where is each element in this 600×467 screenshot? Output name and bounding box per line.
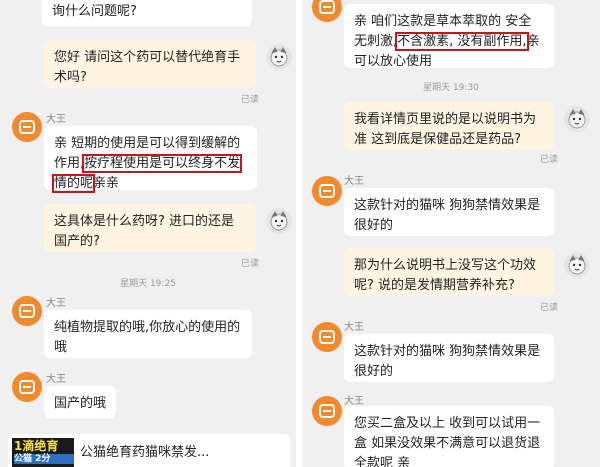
message-text: 我看详情页里说的是以说明书为准 这到底是保健品还是药品? xyxy=(354,112,537,147)
product-card[interactable]: 1滴绝育 公猫 2分 公猫绝育药猫咪禁发... xyxy=(8,434,290,467)
timestamp: 星期天 19:30 xyxy=(423,83,479,93)
message-text: 您好 请问这个药可以替代绝育手术吗? xyxy=(54,50,241,85)
cat-face-icon xyxy=(568,255,586,275)
user-avatar[interactable] xyxy=(564,106,590,132)
message-bubble-shop: 您买二盒及以上 收到可以试用一盒 如果没效果不满意可以退货退全款呢 亲 xyxy=(344,406,554,467)
timestamp: 星期天 19:25 xyxy=(120,279,176,289)
message-bubble-user: 我看详情页里说的是以说明书为准 这到底是保健品还是药品? xyxy=(344,102,554,150)
highlighted-text: 不含激素, 没有副作用, xyxy=(395,32,529,51)
message-bubble-shop: 纯植物提取的哦,你放心的使用的哦 xyxy=(44,310,252,358)
highlighted-text: 按疗程使用是可以终身不发 xyxy=(82,154,243,173)
user-avatar[interactable] xyxy=(564,252,590,278)
right-chat-panel: 亲 咱们这款是草本萃取的 安全无刺激,不含激素, 没有副作用,亲可以放心使用 星… xyxy=(302,0,600,467)
read-receipt: 已读 xyxy=(241,259,260,269)
shop-logo-icon xyxy=(319,184,335,198)
message-bubble-user: 那为什么说明书上没写这个功效呢? 说的是发情期营养补充? xyxy=(344,248,554,296)
message-text: 亲亲 xyxy=(93,176,120,191)
shop-logo-icon xyxy=(319,0,335,14)
cat-face-icon xyxy=(270,211,288,231)
sender-name: 大王 xyxy=(46,114,66,125)
shop-avatar[interactable] xyxy=(12,372,42,402)
message-text: 这具体是什么药呀? 进口的还是国产的? xyxy=(54,214,235,249)
message-bubble-shop: 这款针对的猫咪 狗狗禁情效果是很好的 xyxy=(344,334,554,382)
product-thumbnail[interactable]: 1滴绝育 公猫 2分 xyxy=(12,438,74,467)
shop-logo-icon xyxy=(319,404,335,418)
message-text: 这款针对的猫咪 狗狗禁情效果是很好的 xyxy=(354,344,541,379)
shop-avatar[interactable] xyxy=(12,296,42,326)
read-receipt: 已读 xyxy=(241,95,260,105)
shop-logo-icon xyxy=(319,330,335,344)
shop-avatar[interactable] xyxy=(312,0,342,22)
product-thumb-title: 1滴绝育 xyxy=(14,439,59,453)
sender-name: 大王 xyxy=(344,176,364,187)
shop-avatar[interactable] xyxy=(312,396,342,426)
cat-face-icon xyxy=(270,47,288,67)
message-bubble-shop: 国产的哦 xyxy=(44,386,116,418)
message-text: 国产的哦 xyxy=(54,396,107,411)
shop-avatar[interactable] xyxy=(312,176,342,206)
shop-avatar[interactable] xyxy=(312,322,342,352)
left-chat-panel: 询什么问题呢? 您好 请问这个药可以替代绝育手术吗? 已读 大王 亲 短期的使用… xyxy=(0,0,296,467)
message-bubble-shop: 询什么问题呢? xyxy=(42,0,252,26)
message-bubble-user: 这具体是什么药呀? 进口的还是国产的? xyxy=(44,204,256,252)
message-text: 这款针对的猫咪 狗狗禁情效果是很好的 xyxy=(354,198,541,233)
message-text: 纯植物提取的哦,你放心的使用的哦 xyxy=(54,320,241,355)
message-text: 询什么问题呢? xyxy=(52,4,137,19)
cat-face-icon xyxy=(568,109,586,129)
read-receipt: 已读 xyxy=(540,155,559,165)
product-title: 公猫绝育药猫咪禁发... xyxy=(80,445,210,460)
message-text: 您买二盒及以上 收到可以试用一盒 如果没效果不满意可以退货退全款呢 亲 xyxy=(354,416,541,467)
sender-name: 大王 xyxy=(46,374,66,385)
sender-name: 大王 xyxy=(344,396,364,407)
user-avatar[interactable] xyxy=(266,44,292,70)
shop-logo-icon xyxy=(19,380,35,394)
message-bubble-shop: 亲 短期的使用是可以得到缓解的作用,按疗程使用是可以终身不发情的呢亲亲 xyxy=(44,126,257,193)
message-bubble-shop: 亲 咱们这款是草本萃取的 安全无刺激,不含激素, 没有副作用,亲可以放心使用 xyxy=(344,4,554,69)
highlighted-text: 情的呢 xyxy=(51,174,96,193)
user-avatar[interactable] xyxy=(266,208,292,234)
message-text: 那为什么说明书上没写这个功效呢? 说的是发情期营养补充? xyxy=(354,258,537,293)
shop-avatar[interactable] xyxy=(12,112,42,142)
shop-logo-icon xyxy=(19,304,35,318)
sender-name: 大王 xyxy=(344,322,364,333)
message-bubble-user: 您好 请问这个药可以替代绝育手术吗? xyxy=(44,40,256,88)
shop-logo-icon xyxy=(19,120,35,134)
sender-name: 大王 xyxy=(46,298,66,309)
message-bubble-shop: 这款针对的猫咪 狗狗禁情效果是很好的 xyxy=(344,188,554,236)
read-receipt: 已读 xyxy=(540,303,559,313)
product-thumb-subtitle: 公猫 2分 xyxy=(14,454,74,464)
